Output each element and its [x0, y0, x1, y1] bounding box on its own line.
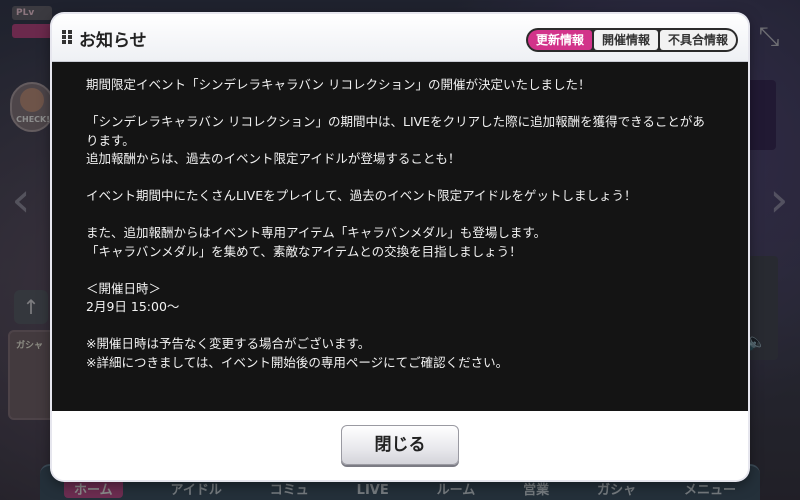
notice-line: 「シンデレラキャラバン リコレクション」の期間中は、LIVEをクリアした際に追加… — [86, 114, 705, 148]
schedule-date: 2月9日 15:00〜 — [86, 299, 180, 314]
notice-line: 期間限定イベント「シンデレラキャラバン リコレクション」の開催が決定いたしました… — [86, 77, 591, 92]
notice-line: 追加報酬からは、過去のイベント限定アイドルが登場することも！ — [86, 151, 461, 166]
schedule-heading: ＜開催日時＞ — [86, 280, 162, 296]
notice-note: ※詳細につきましては、イベント開始後の専用ページにてご確認ください。 — [86, 354, 509, 370]
dialog-title: お知らせ — [79, 31, 147, 51]
grid-icon — [62, 30, 74, 46]
dialog-footer: 閉じる — [52, 411, 748, 480]
tab-events[interactable]: 開催情報 — [593, 30, 658, 50]
tab-bugs[interactable]: 不具合情報 — [659, 30, 736, 50]
notice-line: また、追加報酬からはイベント専用アイテム「キャラバンメダル」も登場します。 — [86, 225, 547, 240]
notice-note: ※開催日時は予告なく変更する場合がございます。 — [86, 336, 371, 351]
notice-tabs: 更新情報 開催情報 不具合情報 — [525, 28, 738, 52]
close-button[interactable]: 閉じる — [341, 425, 459, 465]
notice-body[interactable]: 期間限定イベント「シンデレラキャラバン リコレクション」の開催が決定いたしました… — [52, 62, 748, 411]
dialog-header: お知らせ 更新情報 開催情報 不具合情報 — [52, 14, 748, 62]
notice-dialog: お知らせ 更新情報 開催情報 不具合情報 期間限定イベント「シンデレラキャラバン… — [52, 14, 748, 480]
notice-line: イベント期間中にたくさんLIVEをプレイして、過去のイベント限定アイドルをゲット… — [86, 188, 637, 203]
notice-content: 期間限定イベント「シンデレラキャラバン リコレクション」の開催が決定いたしました… — [52, 62, 748, 372]
tab-updates[interactable]: 更新情報 — [527, 30, 592, 50]
notice-line: 「キャラバンメダル」を集めて、素敵なアイテムとの交換を目指しましょう！ — [86, 243, 522, 259]
